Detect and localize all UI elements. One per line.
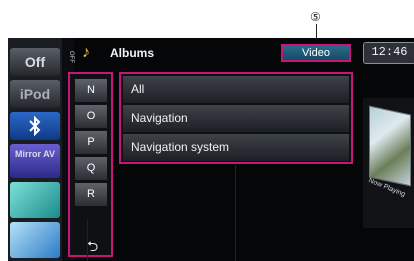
- album-artwork: [369, 105, 411, 187]
- letter-o-button[interactable]: O: [75, 105, 107, 128]
- callout-number: ⑤: [310, 10, 321, 24]
- now-playing-panel[interactable]: Now Playing: [363, 98, 414, 228]
- source-ipod-button[interactable]: iPod: [10, 80, 60, 108]
- source-mirror-av-button[interactable]: Mirror AV: [10, 144, 60, 178]
- tag-off: OFF: [68, 51, 74, 63]
- source-off-button[interactable]: Off: [10, 48, 60, 76]
- music-note-icon: ♪: [82, 44, 90, 61]
- video-button[interactable]: Video: [281, 44, 351, 62]
- callout-line-list: [235, 165, 236, 261]
- list-item-navigation[interactable]: Navigation: [123, 105, 349, 132]
- bluetooth-icon: [29, 115, 41, 137]
- clock-display: 12:46: [363, 42, 414, 64]
- source-am-button[interactable]: [10, 222, 60, 258]
- head-unit-screen: Off iPod Mirror AV OFF Audio FM AM ♪ Alb…: [8, 38, 414, 261]
- callout-line: [316, 24, 317, 38]
- list-item-all[interactable]: All: [123, 76, 349, 103]
- letter-q-button[interactable]: Q: [75, 157, 107, 180]
- back-arrow-icon[interactable]: ⮌: [87, 236, 98, 260]
- letter-r-button[interactable]: R: [75, 183, 107, 206]
- source-sidebar: Off iPod Mirror AV: [8, 38, 62, 261]
- album-list: All Navigation Navigation system: [119, 72, 353, 164]
- letter-p-button[interactable]: P: [75, 131, 107, 154]
- alphabet-index: N O P Q R: [68, 72, 113, 257]
- callout-line-letters: [87, 220, 88, 261]
- source-bluetooth-button[interactable]: [10, 112, 60, 140]
- letter-n-button[interactable]: N: [75, 79, 107, 102]
- header-title: Albums: [110, 46, 155, 60]
- source-fm-button[interactable]: [10, 182, 60, 218]
- list-item-navigation-system[interactable]: Navigation system: [123, 134, 349, 161]
